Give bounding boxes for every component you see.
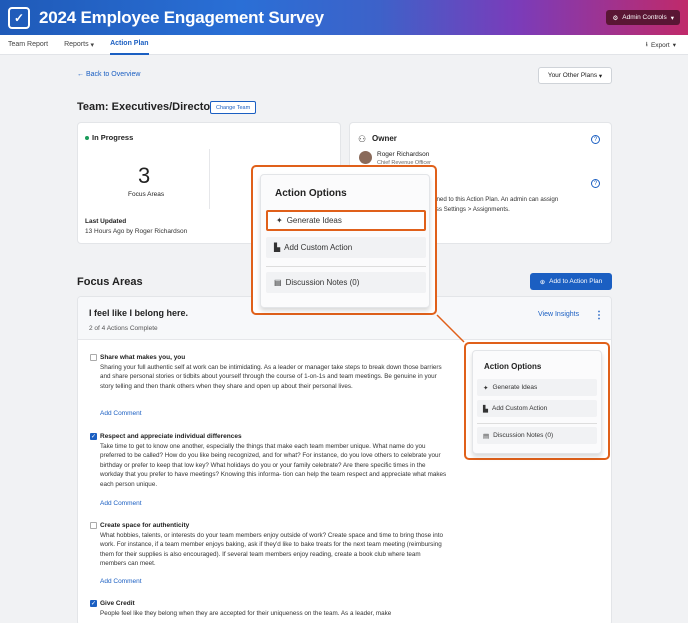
- add-comment-link[interactable]: Add Comment: [100, 578, 142, 585]
- notes-icon: ▤: [483, 432, 490, 440]
- last-updated-value: 13 Hours Ago by Roger Richardson: [85, 228, 188, 235]
- add-custom-action-button[interactable]: ▙ Add Custom Action: [477, 400, 597, 417]
- focus-area-title: I feel like I belong here.: [89, 308, 189, 318]
- add-comment-link[interactable]: Add Comment: [100, 500, 142, 507]
- help-icon[interactable]: ?: [591, 135, 600, 144]
- tab-reports[interactable]: Reports ▾: [64, 35, 94, 55]
- action-checkbox-checked[interactable]: ✓: [90, 600, 97, 607]
- actions-progress: 2 of 4 Actions Complete: [89, 325, 158, 332]
- action-description: People feel like they belong when they a…: [100, 610, 392, 617]
- download-icon: ⭳: [645, 40, 648, 48]
- generate-ideas-button[interactable]: ✦ Generate Ideas: [266, 210, 426, 231]
- gear-icon: ⚙: [612, 14, 619, 22]
- discussion-notes-button[interactable]: ▤ Discussion Notes (0): [477, 427, 597, 444]
- list-item: Create space for authenticity What hobbi…: [90, 522, 443, 592]
- add-to-action-plan-button[interactable]: ⊕ Add to Action Plan: [530, 273, 612, 290]
- focus-areas-title: Focus Areas: [77, 276, 143, 288]
- change-team-button[interactable]: Change Team: [210, 101, 257, 114]
- action-options-callout: Action Options ✦ Generate Ideas ▙ Add Cust…: [464, 342, 610, 460]
- owner-name: Roger Richardson: [377, 151, 430, 158]
- status-dot-icon: [85, 135, 89, 140]
- action-checkbox[interactable]: [90, 522, 97, 529]
- admin-controls-button[interactable]: ⚙ Admin Controls ▾: [606, 10, 680, 25]
- user-gear-icon: ⚇: [358, 134, 367, 144]
- action-options-zoom-callout: Action Options ✦ Generate Ideas ▙ Add Cust…: [251, 165, 437, 315]
- help-icon[interactable]: ?: [591, 179, 600, 188]
- other-plans-dropdown[interactable]: Your Other Plans ▾: [538, 67, 612, 84]
- owner-title: Owner: [372, 134, 397, 143]
- sparkle-icon: ✦: [276, 216, 283, 225]
- discussion-notes-button[interactable]: ▤ Discussion Notes (0): [266, 272, 426, 293]
- menu-divider: [266, 266, 426, 267]
- page-title: Team: Executives/Directors: [77, 101, 221, 113]
- arrow-left-icon: ←: [77, 71, 84, 78]
- list-item: Share what makes you, you Sharing your f…: [90, 354, 442, 424]
- add-custom-action-button[interactable]: ▙ Add Custom Action: [266, 237, 426, 258]
- action-description: Take time to get to know one another, es…: [100, 443, 447, 488]
- action-title: Share what makes you, you: [100, 354, 186, 361]
- list-item: ✓ Give Credit People feel like they belo…: [90, 600, 440, 623]
- last-updated-label: Last Updated: [85, 218, 127, 225]
- export-button[interactable]: ⭳ Export ▾: [646, 35, 676, 55]
- add-custom-icon: ▙: [483, 405, 488, 413]
- app-header: ✓ 2024 Employee Engagement Survey ⚙ Admi…: [0, 0, 688, 35]
- sparkle-icon: ✦: [483, 384, 489, 392]
- action-title: Create space for authenticity: [100, 522, 190, 529]
- plus-circle-icon: ⊕: [539, 278, 546, 286]
- view-insights-link[interactable]: View Insights: [538, 311, 579, 318]
- more-options-icon[interactable]: ⋮: [594, 310, 604, 321]
- action-description: Sharing your full authentic self at work…: [100, 364, 442, 390]
- action-options-menu: Action Options ✦ Generate Ideas ▙ Add Cust…: [472, 350, 602, 454]
- survey-logo-icon: ✓: [8, 6, 30, 29]
- action-options-menu: Action Options ✦ Generate Ideas ▙ Add Cust…: [260, 174, 430, 308]
- action-description: What hobbies, talents, or interests do y…: [100, 532, 444, 568]
- action-title: Respect and appreciate individual differ…: [100, 433, 242, 440]
- tab-team-report[interactable]: Team Report: [8, 35, 48, 55]
- back-to-overview-link[interactable]: ← Back to Overview: [77, 71, 140, 78]
- menu-divider: [477, 423, 597, 424]
- add-custom-icon: ▙: [274, 243, 281, 252]
- chevron-down-icon: ▾: [670, 14, 674, 22]
- tab-action-plan[interactable]: Action Plan: [110, 35, 149, 55]
- focus-area-count: 3: [138, 163, 151, 188]
- focus-area-count-label: Focus Areas: [128, 191, 165, 198]
- generate-ideas-button[interactable]: ✦ Generate Ideas: [477, 379, 597, 396]
- caret-down-icon: ▾: [598, 72, 603, 80]
- divider: [209, 149, 210, 209]
- action-title: Give Credit: [100, 600, 135, 607]
- notes-icon: ▤: [274, 278, 282, 287]
- chevron-down-icon: ▾: [90, 41, 95, 49]
- action-options-title: Action Options: [484, 362, 542, 371]
- action-options-title: Action Options: [275, 188, 347, 199]
- action-checkbox[interactable]: [90, 354, 97, 361]
- top-nav: Team Report Reports ▾ Action Plan ⭳ Expo…: [0, 35, 688, 55]
- action-checkbox-checked[interactable]: ✓: [90, 433, 97, 440]
- chevron-down-icon: ▾: [672, 42, 676, 49]
- status-badge: In Progress: [85, 133, 133, 142]
- add-comment-link[interactable]: Add Comment: [100, 410, 142, 417]
- list-item: ✓ Respect and appreciate individual diff…: [90, 433, 446, 513]
- app-title: 2024 Employee Engagement Survey: [39, 7, 324, 27]
- assignment-info: assigned to this Action Plan. An admin c…: [422, 196, 559, 213]
- avatar: [359, 151, 372, 164]
